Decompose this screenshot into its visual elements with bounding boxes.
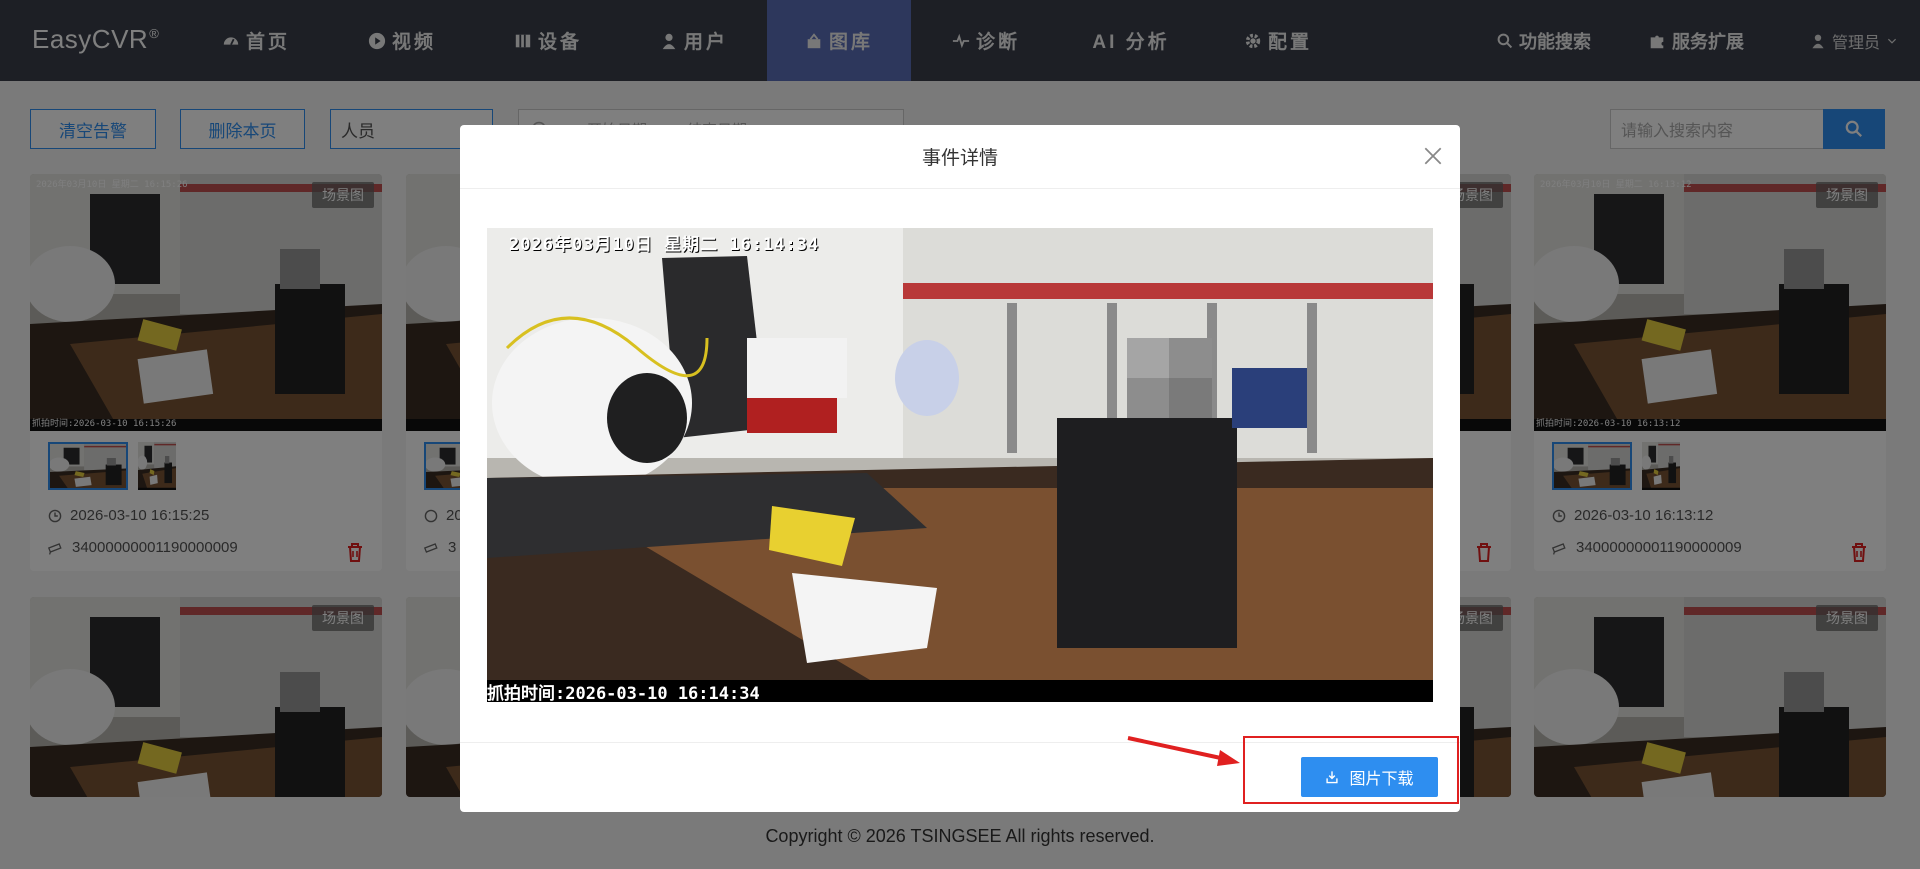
event-detail-modal: 事件详情 2026年03月10日 星期二 16:14:34 抓拍时间:2026-…: [460, 125, 1460, 812]
event-image[interactable]: 2026年03月10日 星期二 16:14:34 抓拍时间:2026-03-10…: [487, 228, 1433, 702]
capture-time-label: 抓拍时间:2026-03-10 16:14:34: [487, 680, 1433, 702]
annotation-highlight: [1243, 736, 1459, 804]
annotation-arrow: [1127, 736, 1240, 766]
modal-title: 事件详情: [460, 125, 1460, 189]
close-icon[interactable]: [1422, 145, 1444, 167]
osd-timestamp: 2026年03月10日 星期二 16:14:34: [509, 235, 820, 255]
